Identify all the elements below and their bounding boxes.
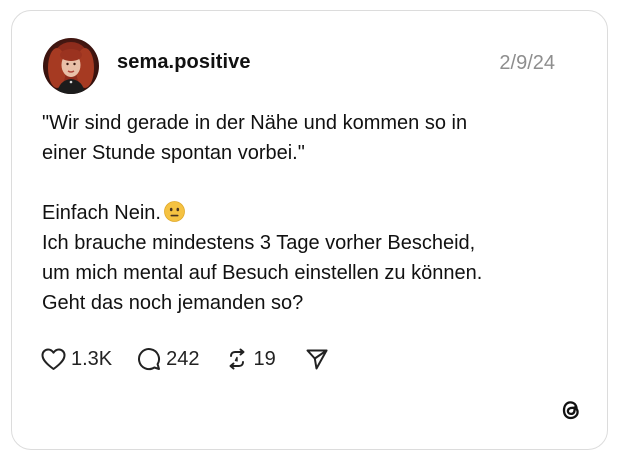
send-icon [305, 347, 329, 371]
neutral-face-emoji-icon [164, 201, 185, 222]
username[interactable]: sema.positive [117, 51, 251, 74]
post-line: einer Stunde spontan vorbei." [42, 142, 305, 164]
reply-button[interactable]: 242 [137, 347, 200, 371]
post-text: "Wir sind gerade in der Nähe und kommen … [42, 108, 582, 318]
like-button[interactable]: 1.3K [41, 348, 112, 371]
avatar-image [43, 38, 99, 94]
post-card: sema.positive 2/9/24 "Wir sind gerade in… [11, 10, 608, 450]
share-button[interactable] [305, 347, 329, 371]
avatar[interactable] [43, 38, 99, 94]
reply-count: 242 [166, 347, 200, 370]
post-line: Einfach Nein. [42, 202, 161, 224]
repost-count: 19 [253, 347, 276, 370]
like-count: 1.3K [71, 347, 113, 370]
post-line: Geht das noch jemanden so? [42, 292, 304, 314]
action-bar: 1.3K 242 19 [41, 345, 329, 373]
heart-icon [41, 348, 66, 371]
post-line: Ich brauche mindestens 3 Tage vorher Bes… [42, 232, 476, 254]
repost-icon [225, 347, 249, 371]
post-line: "Wir sind gerade in der Nähe und kommen … [42, 112, 468, 134]
comment-bubble-icon [137, 347, 161, 371]
repost-button[interactable]: 19 [225, 347, 276, 371]
post-line-with-emoji: Einfach Nein. [42, 198, 582, 228]
post-line: um mich mental auf Besuch einstellen zu … [42, 262, 483, 284]
post-date: 2/9/24 [499, 52, 555, 74]
threads-logo-icon [558, 397, 584, 423]
